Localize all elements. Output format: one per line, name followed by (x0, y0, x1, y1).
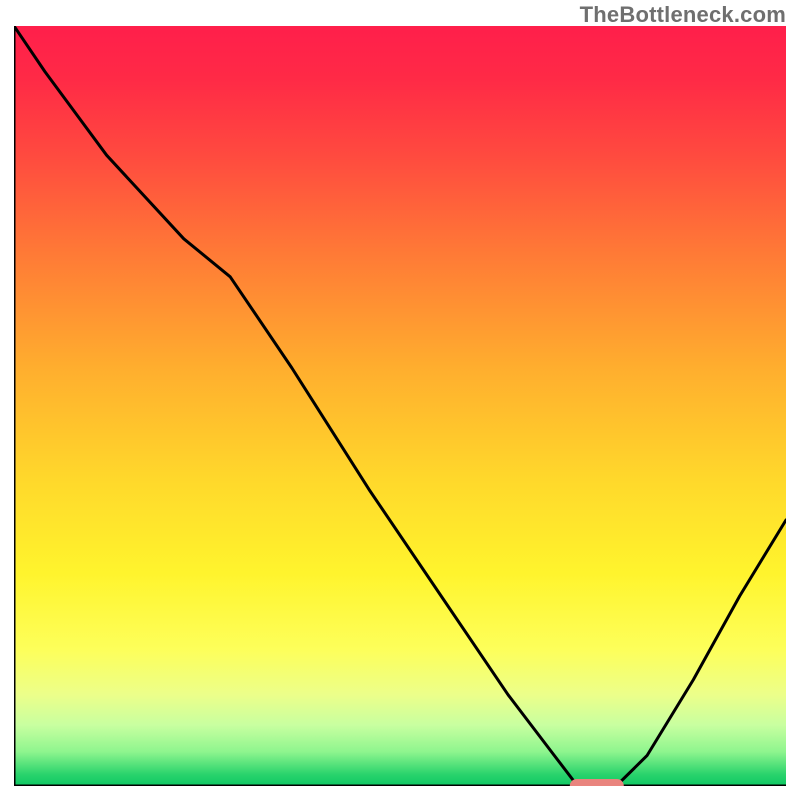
chart-frame: TheBottleneck.com (0, 0, 800, 800)
watermark-text: TheBottleneck.com (580, 2, 786, 28)
optimal-range-marker (570, 779, 624, 786)
chart-svg (14, 26, 786, 786)
chart-background (14, 26, 786, 786)
plot-area (14, 26, 786, 786)
